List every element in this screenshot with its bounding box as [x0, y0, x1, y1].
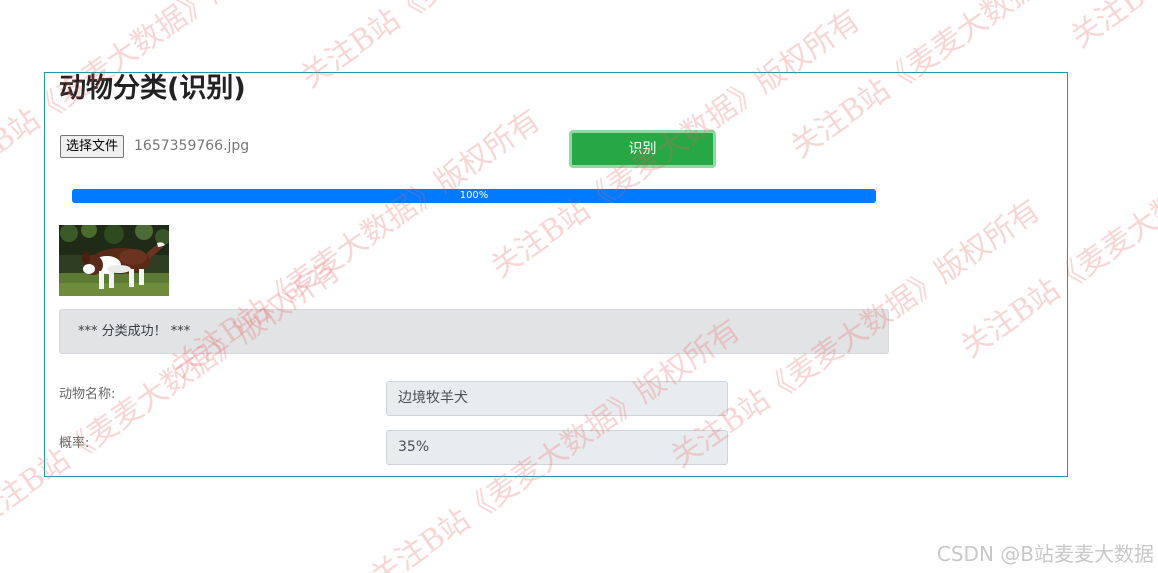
probability-field: 35%	[386, 430, 728, 465]
animal-name-field: 边境牧羊犬	[386, 381, 728, 416]
selected-file-name: 1657359766.jpg	[134, 138, 250, 154]
probability-label: 概率:	[59, 436, 90, 451]
classification-panel: 动物分类(识别) 选择文件 1657359766.jpg 识别 100% ***…	[44, 72, 1068, 477]
upload-progress-bar: 100%	[72, 189, 876, 203]
uploaded-dog-image	[59, 225, 169, 296]
watermark-text: 关注B站《麦麦大数据》版权所有	[1060, 0, 1158, 56]
choose-file-button[interactable]: 选择文件	[60, 135, 125, 158]
status-message: *** 分类成功！ ***	[59, 309, 889, 354]
animal-name-label: 动物名称:	[59, 387, 116, 402]
page-title: 动物分类(识别)	[59, 73, 246, 104]
recognize-button[interactable]: 识别	[569, 130, 716, 168]
progress-fill: 100%	[72, 189, 876, 203]
page-root: 动物分类(识别) 选择文件 1657359766.jpg 识别 100% ***…	[0, 0, 1158, 573]
csdn-credit: CSDN @B站麦麦大数据	[936, 542, 1154, 566]
